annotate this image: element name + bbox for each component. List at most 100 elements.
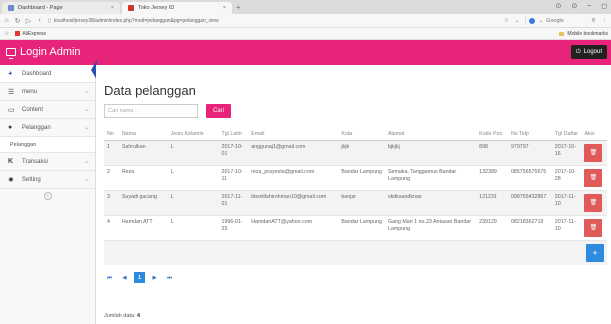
url-text[interactable]: localhost/jersey38/admin/index.php?mod=p… — [54, 18, 219, 24]
bookmarks-bar: ☆ AliExpress Mobile bookmarks — [0, 28, 611, 40]
delete-button[interactable]: 🗑 — [584, 219, 603, 237]
cell-alamat: skdksandknas — [384, 190, 477, 216]
bookmark-aliexpress[interactable]: AliExpress — [15, 31, 46, 37]
dashboard-icon: ◕ — [8, 70, 13, 77]
delete-button[interactable]: 🗑 — [584, 144, 603, 162]
cell-no: 4 — [104, 215, 119, 241]
cell-telp: 085756575675 — [507, 165, 552, 191]
cell-jk: L — [167, 140, 219, 166]
sidebar-collapse[interactable]: « — [0, 189, 95, 203]
sidebar-item-dashboard[interactable]: ◕ Dashboard — [0, 60, 97, 83]
cell-email: anggunaj1@gmail.com — [248, 140, 339, 166]
cell-no: 2 — [104, 165, 119, 191]
cell-aksi: 🗑 — [581, 190, 607, 216]
search-button[interactable]: Cari — [206, 104, 232, 118]
address-bar[interactable]: ▯ localhost/jersey38/admin/index.php?mod… — [48, 16, 468, 26]
tab-close-icon[interactable]: × — [223, 5, 226, 11]
page-title: Data pelanggan — [104, 83, 196, 98]
current-page-button[interactable]: 1 — [134, 272, 145, 283]
maximize-icon[interactable]: ◻ — [601, 2, 607, 10]
tab-toko-jersey[interactable]: Toko Jersey ID × — [122, 2, 232, 14]
collapse-icon: « — [43, 192, 52, 200]
page-favicon-icon — [8, 5, 14, 11]
search-icon[interactable]: ⚲ — [591, 18, 595, 24]
column-header: Tgl Lahir — [218, 129, 249, 141]
cell-tgl-lahir: 2017-10-11 — [218, 165, 249, 191]
table-header-row: No Nama Jenis Kelamin Tgl Lahir Email Ko… — [104, 129, 607, 141]
column-header: Alamat — [384, 129, 477, 141]
delete-button[interactable]: 🗑 — [584, 194, 603, 212]
search-input[interactable]: Cari nama .. — [104, 104, 198, 118]
cell-nama: Reza — [118, 165, 168, 191]
mobile-bookmarks[interactable]: Mobile bookmarks — [559, 31, 608, 37]
cell-alamat: bjkjkj — [384, 140, 477, 166]
last-page-button[interactable]: ⏭ — [164, 272, 175, 283]
list-icon: ☰ — [8, 88, 15, 96]
add-customer-button[interactable]: + — [586, 244, 604, 262]
account-icon[interactable]: ⊙ — [571, 2, 577, 10]
reload-icon[interactable]: ↻ — [13, 17, 22, 25]
column-header: Nama — [118, 129, 168, 141]
cell-email: reza_prayesta@gmail.com — [248, 165, 339, 191]
search-row: Cari nama .. Cari — [104, 104, 232, 118]
customer-table: No Nama Jenis Kelamin Tgl Lahir Email Ko… — [104, 129, 607, 265]
star-icon: ☆ — [4, 31, 10, 37]
browser-tab-bar: Dashboard - Page × Toko Jersey ID × + ⊙ … — [0, 0, 611, 14]
tab-title: Dashboard - Page — [18, 5, 63, 11]
main-content: Data pelanggan Cari nama .. Cari No Nama… — [96, 65, 611, 324]
cell-telp: 08218362719 — [507, 215, 552, 241]
store-favicon-icon — [128, 5, 134, 11]
back-icon[interactable]: ‹ — [35, 17, 44, 24]
search-engine-box[interactable]: ⌄ Google — [525, 16, 585, 25]
dropdown-icon[interactable]: ⌄ — [515, 18, 520, 24]
tab-title: Toko Jersey ID — [138, 5, 175, 11]
prev-page-button[interactable]: ◀ — [119, 272, 130, 283]
menu-icon[interactable]: ⋮ — [602, 18, 608, 24]
tab-dashboard[interactable]: Dashboard - Page × — [2, 2, 120, 14]
share-icon[interactable]: ▷ — [24, 17, 33, 25]
trash-icon: 🗑 — [589, 174, 598, 181]
cell-tgl-daftar: 2017-10-28 — [551, 165, 582, 191]
app-title[interactable]: Login Admin — [6, 46, 81, 59]
cell-email: HamdanATT@yahoo.com — [248, 215, 339, 241]
mobile-bookmarks-label: Mobile bookmarks — [567, 31, 608, 37]
bookmark-label: AliExpress — [22, 30, 47, 37]
sidebar-item-menu[interactable]: ☰ menu ⌄ — [0, 83, 95, 101]
next-page-button[interactable]: ▶ — [149, 272, 160, 283]
tab-close-icon[interactable]: × — [111, 5, 114, 11]
cell-tgl-daftar: 2017-10-16 — [551, 140, 582, 166]
chevron-down-icon: ⌄ — [83, 125, 89, 131]
delete-button[interactable]: 🗑 — [584, 169, 603, 187]
cell-tgl-lahir: 2017-11-01 — [218, 190, 249, 216]
cell-alamat: Semaka, Tanggamus Bandar Lampung — [384, 165, 477, 191]
logout-button[interactable]: ⏻ Logout — [570, 45, 607, 59]
aliexpress-icon — [15, 31, 21, 36]
first-page-button[interactable]: ⏮ — [104, 272, 115, 283]
home-icon[interactable]: ⌂ — [2, 17, 11, 24]
empty-cell — [104, 240, 582, 265]
cell-kode-pos: 132389 — [476, 165, 508, 191]
sidebar-item-pelanggan[interactable]: ● Pelanggan ⌄ — [0, 119, 95, 137]
bookmark-star-icon[interactable]: ☆ — [504, 18, 509, 24]
google-icon — [529, 17, 536, 24]
cell-nama: Sahrulkan — [118, 140, 168, 166]
sidebar-item-setting[interactable]: ✹ Setting ⌄ — [0, 171, 95, 189]
logout-label: Logout — [583, 49, 602, 55]
total-value: 4 — [137, 313, 141, 319]
cell-email: bismillahirohman10@gmail.com — [248, 190, 339, 216]
cell-aksi: + — [581, 240, 607, 265]
chevron-down-icon: ⌄ — [83, 177, 89, 183]
sidebar-item-label: Setting — [22, 176, 41, 183]
nav-right-tools: ☆ ⌄ ⌄ Google ⚲ ⋮ — [504, 16, 607, 25]
minimize-icon[interactable]: – — [587, 2, 591, 10]
monitor-icon: ▭ — [8, 106, 15, 114]
new-tab-button[interactable]: + — [236, 3, 241, 12]
sidebar-subitem-pelanggan[interactable]: Pelanggan — [0, 137, 95, 153]
cell-tgl-lahir: 2017-10-01 — [218, 140, 249, 166]
sidebar-item-transaksi[interactable]: K Transaksi ⌄ — [0, 153, 95, 171]
account-icon[interactable]: ⊙ — [556, 2, 562, 10]
column-header: Kota — [338, 129, 385, 141]
column-header: No — [104, 129, 119, 141]
sidebar-item-label: Pelanggan — [22, 124, 51, 131]
sidebar-item-content[interactable]: ▭ Content ⌄ — [0, 101, 95, 119]
